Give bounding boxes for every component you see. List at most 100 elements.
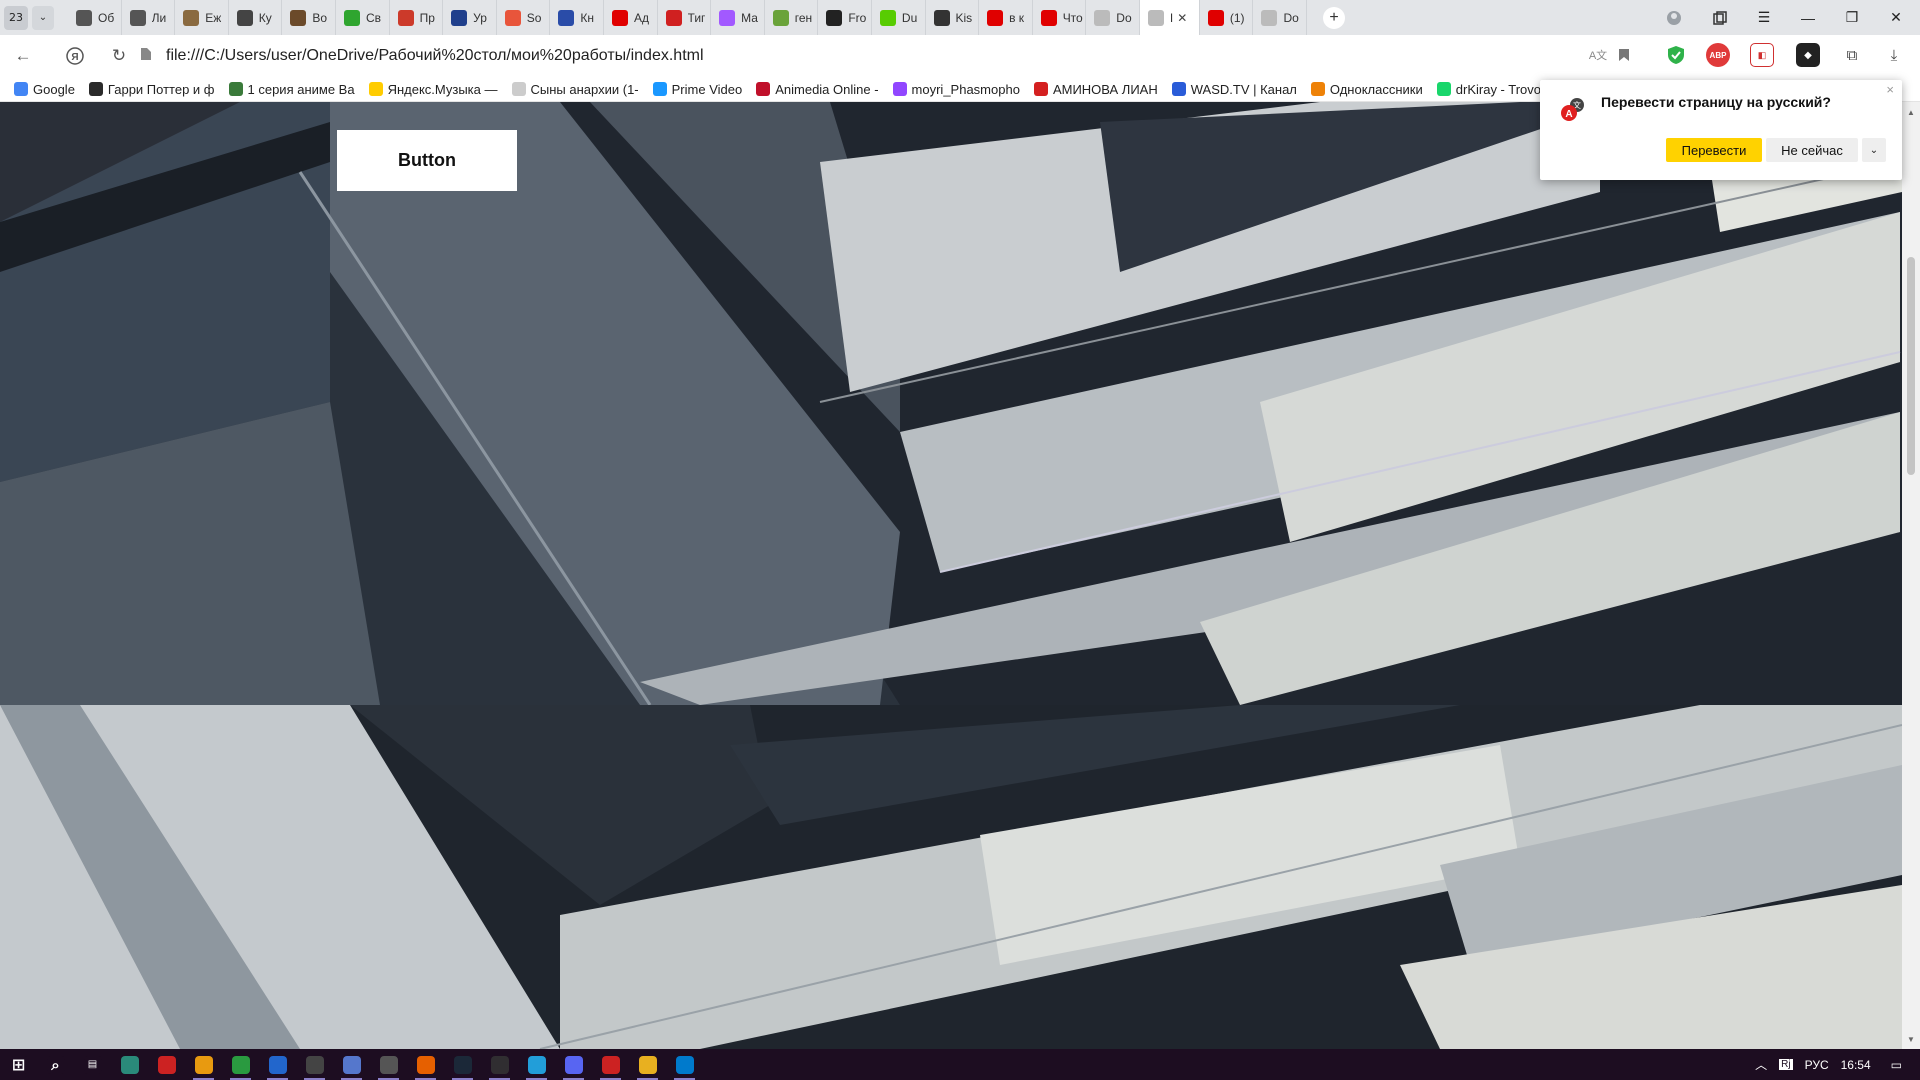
tab[interactable]: Пр <box>390 0 444 35</box>
tab[interactable]: Kis <box>926 0 980 35</box>
telegram-icon[interactable] <box>518 1049 555 1080</box>
youtube-icon <box>611 9 628 26</box>
tab[interactable]: Еж <box>175 0 229 35</box>
tab-label: Kis <box>955 10 973 25</box>
bookmark-label: АМИНОВА ЛИАН <box>1052 81 1158 97</box>
tabs-dropdown-button[interactable]: ⌄ <box>32 5 54 30</box>
tab[interactable]: Ур <box>443 0 497 35</box>
globe-app-icon[interactable] <box>111 1049 148 1080</box>
close-icon[interactable]: × <box>1886 82 1894 97</box>
obs-icon[interactable] <box>481 1049 518 1080</box>
bookmark-item[interactable]: Prime Video <box>652 82 742 97</box>
system-tray: ︿ Rj РУС 16:54 ▭ <box>1749 1049 1920 1080</box>
chevron-up-icon[interactable]: ︿ <box>1755 1056 1767 1073</box>
collections-icon[interactable] <box>1698 0 1742 35</box>
url-field[interactable]: file:///C:/Users/user/OneDrive/Рабочий%2… <box>140 41 704 71</box>
download-icon[interactable]: ⤓ <box>1882 43 1906 67</box>
input-method-icon[interactable]: Rj <box>1779 1059 1793 1070</box>
page-button[interactable]: Button <box>337 130 517 191</box>
new-tab-button[interactable]: + <box>1323 6 1346 29</box>
language-indicator[interactable]: РУС <box>1805 1058 1829 1072</box>
tab[interactable]: So <box>497 0 551 35</box>
yandex-logo-icon[interactable]: Я <box>58 39 92 73</box>
scrollbar-thumb[interactable] <box>1907 257 1915 475</box>
restore-button[interactable]: ❐ <box>1830 0 1874 35</box>
tab[interactable]: Кн <box>550 0 604 35</box>
bookmark-item[interactable]: WASD.TV | Канал <box>1171 82 1297 97</box>
steam-icon[interactable] <box>444 1049 481 1080</box>
shield-outline-icon <box>236 9 253 26</box>
vertical-scrollbar[interactable]: ▲ ▼ <box>1902 102 1920 1049</box>
bookmark-item[interactable]: Google <box>14 82 75 97</box>
discord-icon[interactable] <box>555 1049 592 1080</box>
back-arrow-icon[interactable]: ← <box>6 39 40 73</box>
tab[interactable]: Ад <box>604 0 658 35</box>
bookmark-item[interactable]: Animedia Online - <box>756 82 879 97</box>
tab[interactable]: ген <box>765 0 819 35</box>
scroll-down-arrow-icon[interactable]: ▼ <box>1902 1031 1920 1047</box>
hedgehog-icon <box>183 9 200 26</box>
bookmark-item[interactable]: moyri_Phasmopho <box>892 82 1020 97</box>
calculator-icon-glyph <box>379 1055 398 1074</box>
chrome-icon[interactable] <box>222 1049 259 1080</box>
adblock-icon[interactable]: ABP <box>1706 43 1730 67</box>
bookmark-item[interactable]: Сыны анархии (1- <box>511 82 639 97</box>
bookmark-item[interactable]: Яндекс.Музыка — <box>368 82 498 97</box>
reload-icon[interactable]: ↻ <box>102 39 136 73</box>
calculator-icon[interactable] <box>370 1049 407 1080</box>
search-icon[interactable]: ⌕ <box>37 1049 74 1080</box>
tab[interactable]: Тиг <box>658 0 712 35</box>
tab[interactable]: Об <box>68 0 122 35</box>
tab-count-badge[interactable]: 23 <box>4 5 28 30</box>
protect-shield-icon[interactable] <box>1664 43 1688 67</box>
tab[interactable]: в к <box>979 0 1033 35</box>
tab[interactable]: Do <box>1253 0 1308 35</box>
tool-app-icon[interactable] <box>296 1049 333 1080</box>
tab[interactable]: Св <box>336 0 390 35</box>
circle-icon <box>826 9 843 26</box>
tab[interactable]: Fro <box>818 0 872 35</box>
extension-red-icon[interactable]: ◧ <box>1750 43 1774 67</box>
tab[interactable]: (1) <box>1200 0 1254 35</box>
not-now-button[interactable]: Не сейчас <box>1766 138 1858 162</box>
translate-icon[interactable]: A文 <box>1586 43 1610 67</box>
tab[interactable]: Du <box>872 0 926 35</box>
tab[interactable]: I ✕ <box>1139 0 1200 35</box>
tab[interactable]: Ма <box>711 0 765 35</box>
downloads-panel-icon[interactable]: ⧉ <box>1840 43 1864 67</box>
firefox-icon[interactable] <box>407 1049 444 1080</box>
close-tab-icon[interactable]: ✕ <box>1177 11 1187 25</box>
tab[interactable]: Что <box>1033 0 1087 35</box>
file-explorer-icon[interactable] <box>629 1049 666 1080</box>
clock[interactable]: 16:54 <box>1841 1058 1871 1072</box>
extension-dark-icon[interactable]: ◆ <box>1796 43 1820 67</box>
bookmark-item[interactable]: АМИНОВА ЛИАН <box>1033 81 1158 97</box>
menu-icon[interactable]: ☰ <box>1742 0 1786 35</box>
yandex-icon[interactable] <box>148 1049 185 1080</box>
bookmark-item[interactable]: Гарри Поттер и ф <box>88 82 215 97</box>
bookmark-item[interactable]: drKiray - Trovo <box>1436 82 1541 97</box>
translate-button[interactable]: Перевести <box>1666 138 1762 162</box>
bookmark-item[interactable]: Одноклассники <box>1310 81 1423 97</box>
bookmark-item[interactable]: 1 серия аниме Ва <box>228 82 355 97</box>
windows-start-icon[interactable]: ⊞ <box>0 1049 37 1080</box>
tab[interactable]: Ли <box>122 0 176 35</box>
notifications-icon[interactable]: ▭ <box>1891 1058 1902 1072</box>
close-window-button[interactable]: ✕ <box>1874 0 1918 35</box>
file-icon <box>140 47 152 66</box>
task-view-icon[interactable]: ▤ <box>74 1049 111 1080</box>
arrow-app-icon[interactable] <box>333 1049 370 1080</box>
minimize-button[interactable]: — <box>1786 0 1830 35</box>
tab[interactable]: Do <box>1086 0 1140 35</box>
bookmark-icon[interactable] <box>1612 43 1636 67</box>
scroll-up-arrow-icon[interactable]: ▲ <box>1902 104 1920 120</box>
tab[interactable]: Во <box>282 0 336 35</box>
chevron-down-icon[interactable]: ⌄ <box>1862 138 1886 162</box>
yandex-browser-icon[interactable] <box>592 1049 629 1080</box>
tab[interactable]: Ку <box>229 0 283 35</box>
profile-icon[interactable] <box>1652 0 1696 35</box>
yandex-music-icon[interactable] <box>185 1049 222 1080</box>
monitor-app-icon[interactable] <box>259 1049 296 1080</box>
vscode-icon[interactable] <box>666 1049 703 1080</box>
bookmark-label: Одноклассники <box>1329 81 1423 97</box>
